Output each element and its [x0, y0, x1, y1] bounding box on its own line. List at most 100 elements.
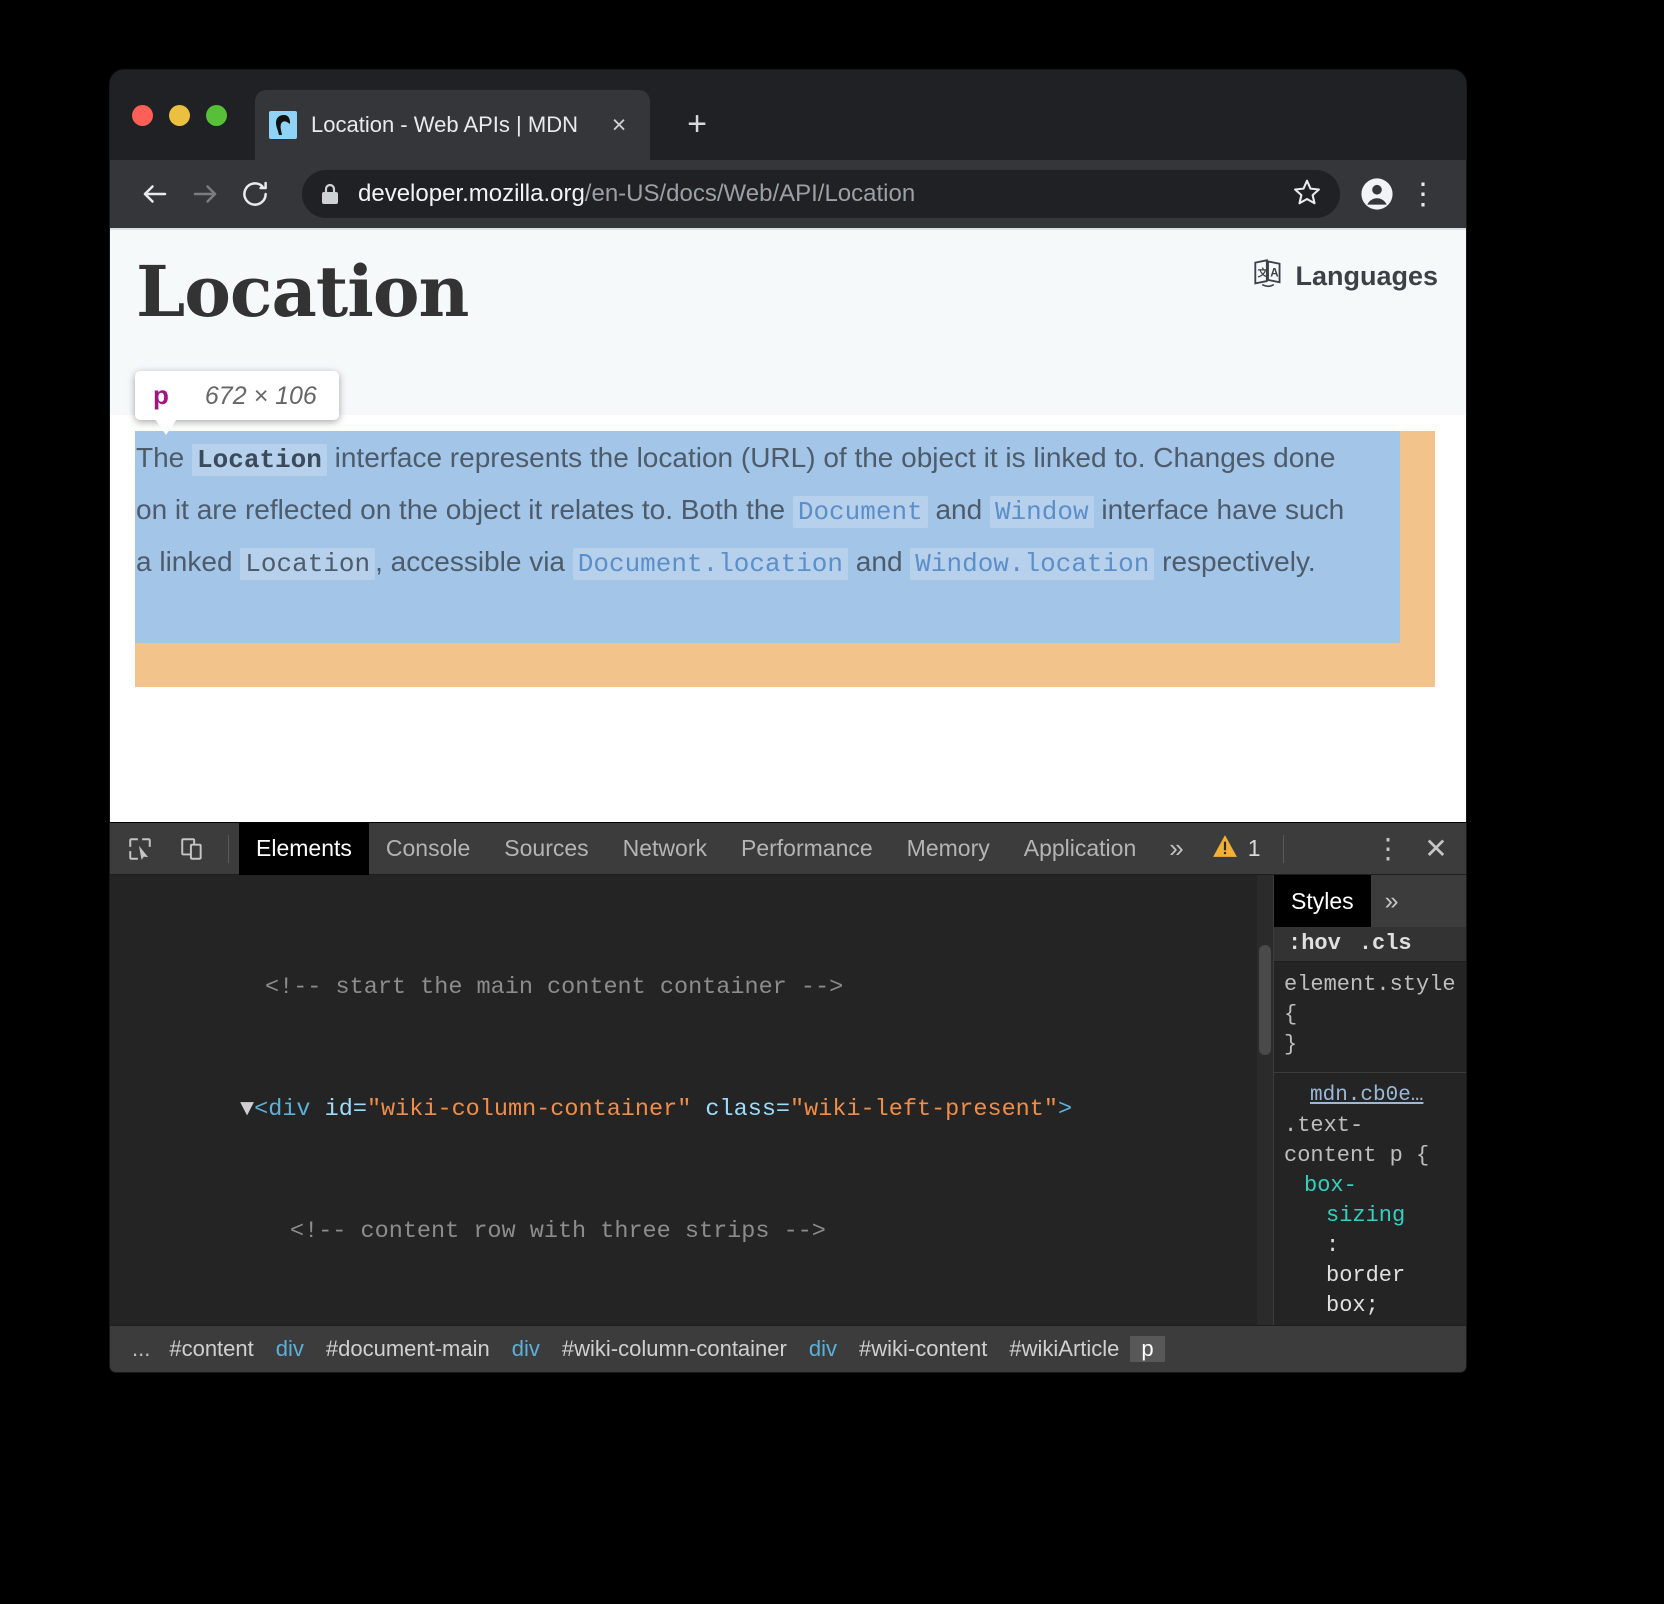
breadcrumb-div-1[interactable]: div — [265, 1336, 315, 1362]
languages-button[interactable]: 文 A Languages — [1253, 258, 1438, 295]
para-link-window[interactable]: Window — [989, 496, 1094, 528]
para-link-document-location[interactable]: Document.location — [572, 548, 849, 580]
tab-sources[interactable]: Sources — [487, 823, 605, 875]
svg-text:A: A — [1271, 267, 1280, 279]
styles-pane: Styles » :hov .cls element.style { } mdn… — [1273, 875, 1466, 1325]
para-link-window-location[interactable]: Window.location — [910, 548, 1155, 580]
styles-more-icon[interactable]: » — [1371, 875, 1413, 927]
styles-filter-bar: :hov .cls — [1274, 927, 1466, 962]
para-text-3: and — [927, 494, 990, 525]
breadcrumb-div-3[interactable]: div — [798, 1336, 848, 1362]
dom-tree-scroll-thumb[interactable] — [1259, 945, 1271, 1055]
style-rule-element-style[interactable]: element.style { } — [1284, 970, 1466, 1064]
inspect-element-icon[interactable] — [117, 829, 163, 869]
url-host: developer.mozilla.org — [358, 180, 585, 207]
para-link-document[interactable]: Document — [792, 496, 928, 528]
maximize-window-button[interactable] — [206, 105, 227, 126]
breadcrumb-ellipsis[interactable]: ... — [124, 1336, 158, 1362]
browser-menu-icon[interactable]: ⋮ — [1400, 171, 1446, 217]
bookmark-star-icon[interactable] — [1280, 177, 1322, 212]
close-tab-button[interactable]: × — [602, 108, 636, 142]
toggle-hover-state-button[interactable]: :hov — [1288, 931, 1341, 956]
devtools-panel: Elements Console Sources Network Perform… — [110, 822, 1466, 1372]
property-box-sizing-colon: : — [1326, 1232, 1340, 1258]
property-box-sizing-part2[interactable]: sizing — [1326, 1203, 1405, 1228]
tab-memory[interactable]: Memory — [890, 823, 1007, 875]
translate-icon: 文 A — [1253, 258, 1283, 295]
badge-tag-name: p — [153, 380, 169, 410]
style-rule-text-content-p[interactable]: mdn.cb0e… .text- content p { box- sizing… — [1284, 1081, 1466, 1325]
dom-tree-pane[interactable]: <!-- start the main content container --… — [110, 875, 1273, 1325]
warning-indicator[interactable]: 1 — [1200, 834, 1273, 864]
element-style-selector: element.style { — [1284, 971, 1456, 1027]
url-path: /en-US/docs/Web/API/Location — [584, 180, 916, 207]
browser-window: Location - Web APIs | MDN × + developer.… — [110, 70, 1466, 1372]
lock-icon — [320, 182, 340, 206]
warning-triangle-icon — [1212, 834, 1238, 864]
device-toolbar-icon[interactable] — [169, 829, 215, 869]
para-code-location: Location — [192, 444, 327, 476]
tab-elements[interactable]: Elements — [239, 822, 369, 875]
inspector-element-badge: p 672 × 106 — [135, 371, 339, 435]
breadcrumb-wiki-article[interactable]: #wikiArticle — [998, 1336, 1130, 1362]
article-paragraph: The Location interface represents the lo… — [136, 433, 1351, 589]
back-icon[interactable] — [130, 169, 180, 219]
badge-dimensions: 672 × 106 — [204, 382, 317, 410]
breadcrumb-document-main[interactable]: #document-main — [315, 1336, 501, 1362]
styles-rules: element.style { } mdn.cb0e… .text- conte… — [1274, 962, 1466, 1325]
svg-text:文: 文 — [1257, 266, 1269, 279]
browser-tab[interactable]: Location - Web APIs | MDN × — [255, 90, 650, 160]
languages-label: Languages — [1295, 261, 1438, 291]
tab-performance[interactable]: Performance — [724, 823, 890, 875]
property-max-width-part1[interactable]: max- — [1304, 1323, 1357, 1325]
toolbar-divider — [228, 834, 229, 863]
dom-line-wiki-column-container[interactable]: ▼<div id="wiki-column-container" class="… — [110, 1095, 1273, 1126]
close-devtools-icon[interactable]: ✕ — [1410, 827, 1462, 871]
more-panels-icon[interactable]: » — [1153, 823, 1199, 875]
devtools-toolbar-right: ⋮ ✕ — [1366, 827, 1462, 871]
warning-count: 1 — [1247, 835, 1261, 861]
minimize-window-button[interactable] — [169, 105, 190, 126]
mdn-dino-favicon — [269, 111, 297, 139]
new-tab-button[interactable]: + — [675, 102, 719, 146]
forward-icon[interactable] — [180, 169, 230, 219]
devtools-settings-icon[interactable]: ⋮ — [1366, 827, 1410, 871]
stylesheet-source-link[interactable]: mdn.cb0e… — [1310, 1081, 1466, 1111]
tab-title: Location - Web APIs | MDN — [311, 112, 578, 137]
dom-tree-scrollbar[interactable] — [1257, 875, 1273, 1325]
breadcrumb-content[interactable]: #content — [158, 1336, 264, 1362]
page-viewport: Location 文 A Languages The Location inte… — [110, 228, 1466, 823]
address-bar-url: developer.mozilla.org/en-US/docs/Web/API… — [358, 180, 915, 208]
reload-icon[interactable] — [230, 169, 280, 219]
devtools-body: <!-- start the main content container --… — [110, 875, 1466, 1325]
para-text-1: The — [136, 442, 193, 473]
browser-toolbar: developer.mozilla.org/en-US/docs/Web/API… — [110, 160, 1466, 228]
tab-application[interactable]: Application — [1007, 823, 1154, 875]
tab-strip: Location - Web APIs | MDN × + — [110, 70, 1466, 160]
para-text-7: respectively. — [1154, 546, 1316, 577]
account-avatar-icon[interactable] — [1354, 171, 1400, 217]
tab-styles[interactable]: Styles — [1274, 875, 1371, 927]
dom-line-comment-1: <!-- start the main content container --… — [265, 973, 844, 1001]
tab-network[interactable]: Network — [606, 823, 724, 875]
breadcrumb-div-2[interactable]: div — [501, 1336, 551, 1362]
rule-selector-line-2: content p { — [1284, 1142, 1430, 1168]
toolbar-divider-2 — [1282, 834, 1284, 863]
breadcrumb-p-selected[interactable]: p — [1130, 1336, 1165, 1362]
window-controls[interactable] — [132, 105, 227, 126]
devtools-toolbar: Elements Console Sources Network Perform… — [110, 822, 1466, 875]
value-border-part1[interactable]: border — [1326, 1263, 1405, 1288]
close-window-button[interactable] — [132, 105, 153, 126]
value-border-part2[interactable]: box; — [1326, 1293, 1379, 1318]
breadcrumb-wiki-column-container[interactable]: #wiki-column-container — [551, 1336, 798, 1362]
styles-tabbar: Styles » — [1274, 875, 1466, 927]
para-text-6: and — [848, 546, 911, 577]
dom-line-comment-2: <!-- content row with three strips --> — [290, 1217, 826, 1245]
expand-arrow-icon[interactable]: ▼ — [240, 1096, 254, 1123]
breadcrumb-wiki-content[interactable]: #wiki-content — [848, 1336, 998, 1362]
tab-console[interactable]: Console — [369, 823, 487, 875]
toggle-class-editor-button[interactable]: .cls — [1359, 931, 1412, 956]
property-box-sizing-part1[interactable]: box- — [1304, 1173, 1357, 1198]
address-bar[interactable]: developer.mozilla.org/en-US/docs/Web/API… — [302, 170, 1340, 218]
dom-tree: <!-- start the main content container --… — [110, 875, 1273, 1325]
